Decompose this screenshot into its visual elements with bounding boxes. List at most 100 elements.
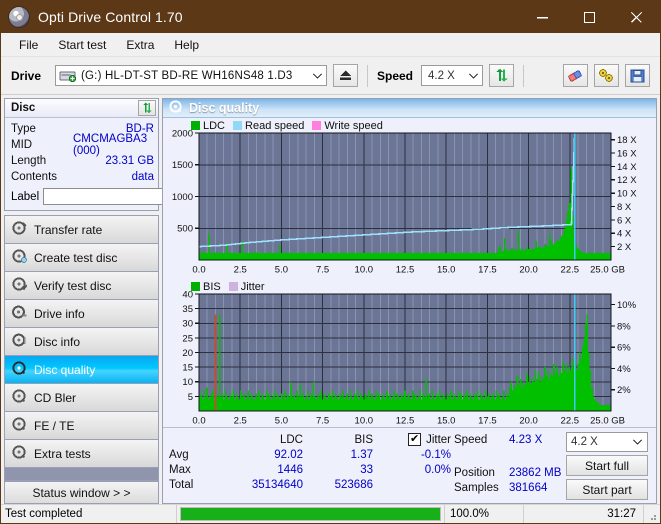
ldc-chart-legend: LDC Read speed Write speed — [191, 120, 387, 132]
jitter-checkbox[interactable]: ✔ — [408, 433, 422, 446]
menu-bar: File Start test Extra Help — [1, 33, 660, 57]
drive-label: Drive — [11, 68, 42, 83]
svg-text:12 X: 12 X — [617, 175, 637, 186]
stats-row-name: Max — [169, 463, 191, 476]
sidebar-item-create-test-disc[interactable]: Create test disc — [5, 244, 158, 272]
readout-position-key: Position — [454, 466, 495, 479]
eject-button[interactable] — [333, 64, 358, 87]
sidebar-item-disc-quality[interactable]: Disc quality — [5, 356, 158, 384]
readout-samples-value: 381664 — [509, 481, 548, 494]
tools-button[interactable] — [594, 64, 619, 87]
status-window-button[interactable]: Status window > > — [4, 482, 159, 504]
disc-panel-header: Disc — [5, 99, 158, 118]
panel-title: Disc quality — [189, 100, 260, 115]
refresh-button[interactable] — [489, 64, 514, 87]
sidebar-item-label: Verify test disc — [34, 278, 112, 293]
drive-select[interactable]: (G:) HL-DT-ST BD-RE WH16NS48 1.D3 — [55, 65, 327, 86]
toolbar: Drive (G:) HL-DT-ST BD-RE WH16NS48 1.D3 — [1, 57, 660, 95]
svg-text:17.5: 17.5 — [478, 415, 497, 426]
legend-item: Read speed — [233, 120, 304, 132]
close-button[interactable] — [613, 1, 660, 33]
sidebar-item-extra-tests[interactable]: Extra tests — [5, 440, 158, 468]
svg-text:10.0: 10.0 — [355, 264, 374, 275]
stats-row-name: Total — [169, 478, 194, 491]
toolbar-separator-2 — [523, 64, 524, 87]
legend-item: Jitter — [228, 281, 265, 293]
app-disc-icon — [8, 6, 30, 28]
disc-row-value: 23.31 GB — [105, 155, 154, 167]
maximize-button[interactable] — [566, 1, 613, 33]
svg-text:1000: 1000 — [172, 192, 193, 203]
svg-text:4 X: 4 X — [617, 228, 632, 239]
resize-grip-icon[interactable] — [644, 505, 660, 523]
menu-item-file[interactable]: File — [9, 35, 48, 55]
svg-text:15: 15 — [182, 362, 193, 373]
progress-percent: 100.0% — [444, 505, 524, 523]
menu-item-start-test[interactable]: Start test — [48, 35, 116, 55]
test-speed-value: 4.2 X — [571, 436, 598, 448]
start-full-button[interactable]: Start full — [566, 455, 648, 476]
stats-panel: LDC BIS ✔ Jitter Avg 92.02 1.37 -0.1% Ma… — [163, 427, 656, 503]
stats-header-ldc: LDC — [279, 433, 303, 446]
stats-cell-jitter: -0.1% — [420, 448, 451, 461]
sidebar-item-transfer-rate[interactable]: Transfer rate — [5, 216, 158, 244]
progress-fill — [181, 508, 440, 520]
svg-text:12.5: 12.5 — [396, 264, 415, 275]
chevron-down-icon[interactable] — [308, 66, 326, 85]
menu-item-help[interactable]: Help — [164, 35, 209, 55]
disc-quality-header: Disc quality — [163, 99, 656, 118]
erase-button[interactable] — [563, 64, 588, 87]
stats-cell-bis: 33 — [360, 463, 373, 476]
svg-text:8 X: 8 X — [617, 202, 632, 213]
svg-text:10.0: 10.0 — [355, 415, 374, 426]
stats-row-total: Total 35134640 523686 — [169, 477, 454, 492]
disc-panel: Disc Type BD-R MID CMCMAGBA3 (000) Lengt… — [4, 98, 248, 211]
sidebar-item-fe-te[interactable]: FE / TE — [5, 412, 158, 440]
menu-item-extra[interactable]: Extra — [116, 35, 164, 55]
disc-quality-icon — [12, 361, 27, 378]
disc-row-value: data — [131, 171, 154, 183]
sidebar-item-drive-info[interactable]: Drive info — [5, 300, 158, 328]
disc-row-key: MID — [11, 139, 33, 151]
svg-text:25: 25 — [182, 333, 193, 344]
disc-quality-panel: Disc quality LDC Read speed Write speed 50… — [162, 98, 657, 504]
sidebar-item-verify-test-disc[interactable]: Verify test disc — [5, 272, 158, 300]
test-readout: Speed 4.23 X Position 23862 MB Samples 3… — [454, 432, 566, 500]
test-speed-select[interactable]: 4.2 X — [566, 432, 648, 452]
svg-text:2000: 2000 — [172, 128, 193, 139]
test-controls: Speed 4.23 X Position 23862 MB Samples 3… — [454, 432, 650, 500]
progress-bar — [180, 507, 441, 521]
test-buttons: 4.2 X Start full Start part — [566, 432, 650, 500]
sidebar-item-label: Create test disc — [34, 250, 118, 265]
left-column: Disc Type BD-R MID CMCMAGBA3 (000) Lengt… — [4, 98, 248, 504]
disc-panel-title: Disc — [11, 102, 36, 114]
svg-text:10: 10 — [182, 377, 193, 388]
stats-cell-ldc: 35134640 — [251, 478, 303, 491]
readout-samples-key: Samples — [454, 481, 499, 494]
sidebar-item-cd-bler[interactable]: CD Bler — [5, 384, 158, 412]
chevron-down-icon[interactable] — [464, 66, 482, 85]
svg-text:22.5: 22.5 — [561, 415, 580, 426]
save-button[interactable] — [625, 64, 650, 87]
sidebar-item-label: Disc quality — [34, 362, 96, 377]
sidebar-item-disc-info[interactable]: Disc info — [5, 328, 158, 356]
refresh-icon — [142, 102, 152, 114]
stats-header-row: LDC BIS ✔ Jitter — [169, 432, 454, 447]
start-part-button[interactable]: Start part — [566, 479, 648, 500]
progress-area — [177, 505, 444, 523]
svg-text:4%: 4% — [617, 364, 631, 375]
readout-position-value: 23862 MB — [509, 466, 562, 479]
speed-select[interactable]: 4.2 X — [421, 65, 483, 86]
svg-text:12.5: 12.5 — [396, 415, 415, 426]
minimize-button[interactable] — [519, 1, 566, 33]
sidebar-item-label: Drive info — [34, 306, 85, 321]
svg-text:2%: 2% — [617, 385, 631, 396]
stats-row-avg: Avg 92.02 1.37 -0.1% — [169, 447, 454, 462]
svg-text:22.5: 22.5 — [561, 264, 580, 275]
sidebar-item-label: Transfer rate — [34, 222, 103, 237]
disc-refresh-button[interactable] — [138, 100, 156, 116]
readout-speed-key: Speed — [454, 433, 488, 446]
chevron-down-icon[interactable] — [627, 439, 647, 445]
stats-row-name: Avg — [169, 448, 189, 461]
svg-text:8%: 8% — [617, 321, 631, 332]
